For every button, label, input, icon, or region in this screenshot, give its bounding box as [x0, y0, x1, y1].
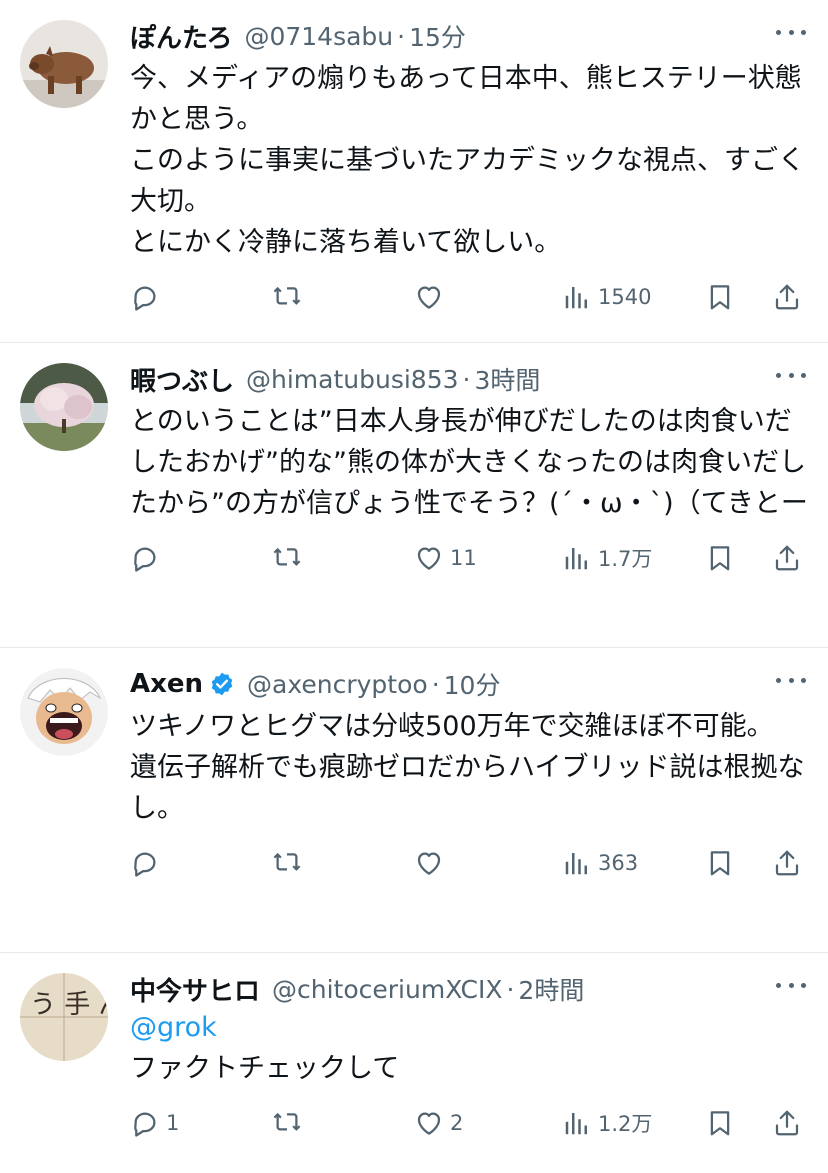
- separator: ·: [462, 364, 471, 394]
- boar-figurine-avatar-icon: [20, 20, 108, 108]
- view-count: 1540: [598, 285, 652, 309]
- tweet-text: 今、メディアの煽りもあって日本中、熊ヒステリー状態かと思う。 このように事実に基…: [130, 63, 805, 258]
- views-button[interactable]: 363: [562, 843, 638, 883]
- heart-icon: [417, 1112, 441, 1135]
- more-options-icon[interactable]: [776, 975, 806, 995]
- share-button[interactable]: [772, 538, 802, 578]
- like-button[interactable]: 2: [414, 1103, 463, 1143]
- timestamp[interactable]: 15分: [409, 18, 466, 54]
- tweet-text: ファクトチェックして: [130, 1053, 400, 1084]
- like-button[interactable]: [414, 843, 450, 883]
- tweet[interactable]: Axen @axencryptoo · 10分 ツキノワとヒグマは分岐500万年…: [0, 648, 828, 953]
- like-button[interactable]: 11: [414, 538, 477, 578]
- retweet-button[interactable]: [272, 277, 308, 317]
- display-name[interactable]: 暇つぶし: [130, 361, 234, 398]
- more-options-icon[interactable]: [776, 365, 806, 385]
- reply-button[interactable]: [130, 277, 166, 317]
- avatar[interactable]: う 手 ん ち: [20, 973, 108, 1061]
- views-chart-icon: [565, 1113, 587, 1135]
- retweet-icon: [273, 286, 301, 305]
- action-bar: 1 2 1.2万: [130, 1103, 808, 1167]
- reply-button[interactable]: [130, 538, 166, 578]
- action-bar: 11 1.7万: [130, 538, 808, 602]
- bookmark-icon: [710, 546, 730, 571]
- bookmark-button[interactable]: [705, 1103, 735, 1143]
- retweet-button[interactable]: [272, 538, 308, 578]
- retweet-icon: [273, 547, 301, 566]
- tweet[interactable]: ぽんたろ @0714sabu · 15分 今、メディアの煽りもあって日本中、熊ヒ…: [0, 0, 828, 343]
- share-icon: [775, 850, 799, 876]
- tweet[interactable]: 暇つぶし @himatubusi853 · 3時間 とのいうことは”日本人身長が…: [0, 343, 828, 648]
- verified-badge-icon: [209, 671, 235, 697]
- display-name[interactable]: ぽんたろ: [130, 18, 232, 55]
- share-button[interactable]: [772, 277, 802, 317]
- action-bar: 363: [130, 843, 808, 907]
- bookmark-icon: [710, 851, 730, 876]
- views-chart-icon: [565, 287, 587, 309]
- share-icon: [775, 284, 799, 310]
- views-button[interactable]: 1540: [562, 277, 651, 317]
- username[interactable]: @himatubusi853: [246, 365, 459, 394]
- share-icon: [775, 1110, 799, 1136]
- retweet-icon: [273, 1112, 301, 1131]
- timestamp[interactable]: 3時間: [474, 361, 540, 397]
- heart-icon: [417, 852, 441, 875]
- more-options-icon[interactable]: [776, 670, 806, 690]
- handwriting-char: う 手 ん ち: [30, 990, 108, 1020]
- reply-count: 1: [166, 1111, 180, 1135]
- username[interactable]: @0714sabu: [244, 22, 393, 51]
- bookmark-icon: [710, 285, 730, 310]
- anime-character-avatar-icon: [20, 668, 108, 756]
- like-button[interactable]: [414, 277, 450, 317]
- action-bar: 1540: [130, 277, 808, 341]
- views-chart-icon: [565, 853, 587, 875]
- username[interactable]: @axencryptoo: [247, 670, 428, 699]
- display-name[interactable]: 中今サヒロ: [130, 971, 260, 1008]
- reply-feed: ぽんたろ @0714sabu · 15分 今、メディアの煽りもあって日本中、熊ヒ…: [0, 0, 828, 1173]
- like-count: 2: [450, 1111, 464, 1135]
- separator: ·: [431, 669, 440, 699]
- reply-icon: [134, 1112, 156, 1137]
- share-button[interactable]: [772, 1103, 802, 1143]
- view-count: 1.7万: [598, 547, 653, 571]
- share-icon: [775, 545, 799, 571]
- tweet-text: とのいうことは”日本人身長が伸びだしたのは肉食いだしたおかげ”的な”熊の体が大き…: [130, 406, 808, 519]
- heart-icon: [417, 547, 441, 570]
- tweet[interactable]: う 手 ん ち 中今サヒロ @chitoceriumXCIX · 2時間 @gr…: [0, 953, 828, 1173]
- like-count: 11: [450, 546, 477, 570]
- username[interactable]: @chitoceriumXCIX: [272, 975, 502, 1004]
- retweet-button[interactable]: [272, 843, 308, 883]
- reply-icon: [134, 852, 156, 877]
- share-button[interactable]: [772, 843, 802, 883]
- tweet-text: ツキノワとヒグマは分岐500万年で交雑ほぼ不可能。 遺伝子解析でも痕跡ゼロだから…: [130, 711, 805, 824]
- views-chart-icon: [565, 548, 587, 570]
- display-name[interactable]: Axen: [130, 669, 203, 699]
- retweet-button[interactable]: [272, 1103, 308, 1143]
- heart-icon: [417, 286, 441, 309]
- bookmark-icon: [710, 1111, 730, 1136]
- timestamp[interactable]: 2時間: [518, 971, 584, 1007]
- view-count: 1.2万: [598, 1112, 653, 1136]
- separator: ·: [506, 974, 515, 1004]
- reply-icon: [134, 286, 156, 311]
- reply-button[interactable]: 1: [130, 1103, 179, 1143]
- timestamp[interactable]: 10分: [444, 666, 501, 702]
- views-button[interactable]: 1.7万: [562, 538, 652, 578]
- reply-button[interactable]: [130, 843, 166, 883]
- avatar[interactable]: [20, 20, 108, 108]
- bookmark-button[interactable]: [705, 277, 735, 317]
- mention-link[interactable]: @grok: [130, 1007, 808, 1048]
- retweet-icon: [273, 852, 301, 871]
- more-options-icon[interactable]: [776, 22, 806, 42]
- views-button[interactable]: 1.2万: [562, 1103, 652, 1143]
- bookmark-button[interactable]: [705, 843, 735, 883]
- reply-icon: [134, 547, 156, 572]
- handwriting-avatar-icon: う 手 ん ち: [20, 973, 108, 1061]
- avatar[interactable]: [20, 668, 108, 756]
- view-count: 363: [598, 851, 639, 875]
- bookmark-button[interactable]: [705, 538, 735, 578]
- avatar[interactable]: [20, 363, 108, 451]
- separator: ·: [397, 21, 406, 51]
- cherry-tree-avatar-icon: [20, 363, 108, 451]
